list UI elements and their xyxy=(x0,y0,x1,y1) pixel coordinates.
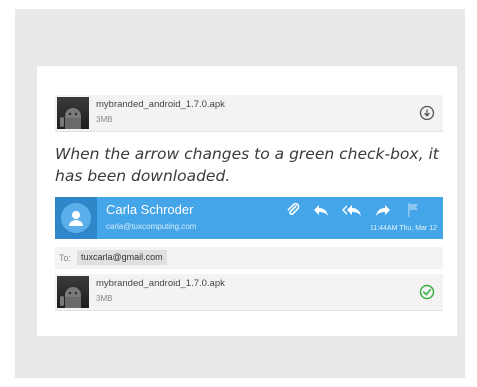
email-header: Carla Schroder carla@tuxcomputing.com 11… xyxy=(55,197,443,239)
email-timestamp: 11:44AM Thu, Mar 12 xyxy=(369,225,437,232)
attachment-size: 3MB xyxy=(96,115,113,124)
attachment-row-pending[interactable]: mybranded_android_1.7.0.apk 3MB xyxy=(55,95,443,132)
contact-avatar-icon xyxy=(61,203,91,233)
attachment-filename: mybranded_android_1.7.0.apk xyxy=(96,278,225,289)
avatar[interactable] xyxy=(55,197,97,239)
android-apk-thumbnail-icon xyxy=(57,276,89,308)
to-label: To: xyxy=(59,253,72,263)
recipient-chip[interactable]: tuxcarla@gmail.com xyxy=(77,250,167,265)
email-action-bar xyxy=(285,202,435,218)
attachment-filename: mybranded_android_1.7.0.apk xyxy=(96,99,225,110)
reply-icon[interactable] xyxy=(312,202,330,218)
attachment-size: 3MB xyxy=(96,294,113,303)
reply-all-icon[interactable] xyxy=(341,202,363,218)
attachment-row-downloaded[interactable]: mybranded_android_1.7.0.apk 3MB xyxy=(55,274,443,311)
paperclip-icon[interactable] xyxy=(285,202,303,218)
download-icon[interactable] xyxy=(419,105,435,121)
sender-name: Carla Schroder xyxy=(106,202,194,217)
android-apk-thumbnail-icon xyxy=(57,97,89,129)
sender-email: carla@tuxcomputing.com xyxy=(106,222,197,231)
flag-icon[interactable] xyxy=(405,202,423,218)
content-card: mybranded_android_1.7.0.apk 3MB When the… xyxy=(37,66,457,336)
recipient-row: To: tuxcarla@gmail.com xyxy=(55,247,443,269)
forward-icon[interactable] xyxy=(374,202,392,218)
downloaded-check-icon[interactable] xyxy=(419,284,435,300)
instruction-caption: When the arrow changes to a green check-… xyxy=(55,145,439,185)
